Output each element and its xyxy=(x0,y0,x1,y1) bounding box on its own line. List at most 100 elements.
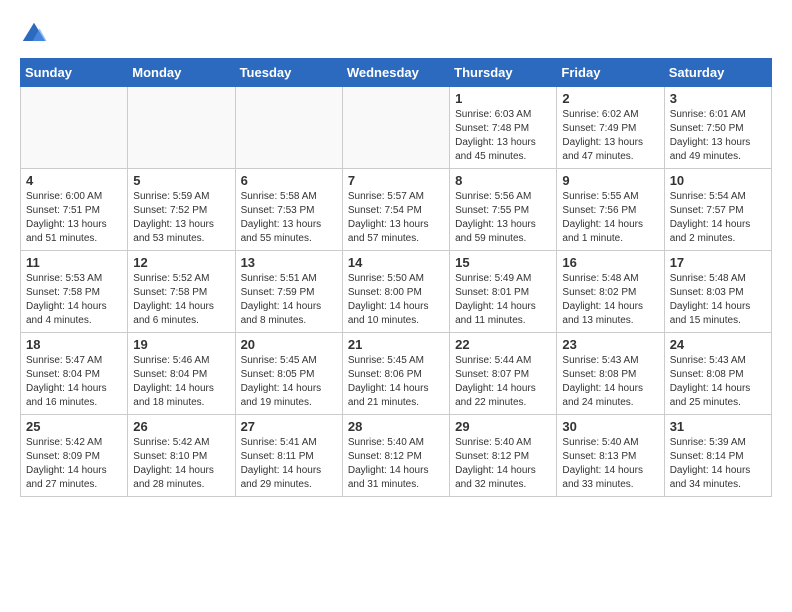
day-number: 18 xyxy=(26,337,122,352)
day-info: Sunrise: 5:59 AM Sunset: 7:52 PM Dayligh… xyxy=(133,190,229,246)
day-number: 29 xyxy=(455,419,551,434)
header-day-wednesday: Wednesday xyxy=(342,59,449,87)
day-info: Sunrise: 5:42 AM Sunset: 8:10 PM Dayligh… xyxy=(133,436,229,492)
day-number: 7 xyxy=(348,173,444,188)
day-cell: 18 Sunrise: 5:47 AM Sunset: 8:04 PM Dayli… xyxy=(21,333,128,415)
day-number: 20 xyxy=(241,337,337,352)
day-info: Sunrise: 5:48 AM Sunset: 8:02 PM Dayligh… xyxy=(562,272,658,328)
day-info: Sunrise: 5:54 AM Sunset: 7:57 PM Dayligh… xyxy=(670,190,766,246)
week-row-2: 4 Sunrise: 6:00 AM Sunset: 7:51 PM Daylig… xyxy=(21,169,772,251)
header-day-friday: Friday xyxy=(557,59,664,87)
day-number: 3 xyxy=(670,91,766,106)
day-info: Sunrise: 6:01 AM Sunset: 7:50 PM Dayligh… xyxy=(670,108,766,164)
day-info: Sunrise: 5:52 AM Sunset: 7:58 PM Dayligh… xyxy=(133,272,229,328)
day-info: Sunrise: 5:40 AM Sunset: 8:12 PM Dayligh… xyxy=(455,436,551,492)
day-cell: 27 Sunrise: 5:41 AM Sunset: 8:11 PM Dayli… xyxy=(235,415,342,497)
day-cell: 30 Sunrise: 5:40 AM Sunset: 8:13 PM Dayli… xyxy=(557,415,664,497)
day-number: 14 xyxy=(348,255,444,270)
day-cell: 15 Sunrise: 5:49 AM Sunset: 8:01 PM Dayli… xyxy=(450,251,557,333)
day-number: 17 xyxy=(670,255,766,270)
header-day-saturday: Saturday xyxy=(664,59,771,87)
day-info: Sunrise: 5:41 AM Sunset: 8:11 PM Dayligh… xyxy=(241,436,337,492)
week-row-4: 18 Sunrise: 5:47 AM Sunset: 8:04 PM Dayli… xyxy=(21,333,772,415)
day-info: Sunrise: 5:49 AM Sunset: 8:01 PM Dayligh… xyxy=(455,272,551,328)
day-number: 1 xyxy=(455,91,551,106)
day-number: 27 xyxy=(241,419,337,434)
day-cell: 5 Sunrise: 5:59 AM Sunset: 7:52 PM Daylig… xyxy=(128,169,235,251)
day-number: 19 xyxy=(133,337,229,352)
day-info: Sunrise: 5:42 AM Sunset: 8:09 PM Dayligh… xyxy=(26,436,122,492)
day-cell: 21 Sunrise: 5:45 AM Sunset: 8:06 PM Dayli… xyxy=(342,333,449,415)
day-number: 26 xyxy=(133,419,229,434)
day-cell: 11 Sunrise: 5:53 AM Sunset: 7:58 PM Dayli… xyxy=(21,251,128,333)
day-number: 5 xyxy=(133,173,229,188)
day-info: Sunrise: 5:57 AM Sunset: 7:54 PM Dayligh… xyxy=(348,190,444,246)
day-info: Sunrise: 5:43 AM Sunset: 8:08 PM Dayligh… xyxy=(562,354,658,410)
calendar-header: SundayMondayTuesdayWednesdayThursdayFrid… xyxy=(21,59,772,87)
day-number: 28 xyxy=(348,419,444,434)
day-info: Sunrise: 5:50 AM Sunset: 8:00 PM Dayligh… xyxy=(348,272,444,328)
day-info: Sunrise: 6:02 AM Sunset: 7:49 PM Dayligh… xyxy=(562,108,658,164)
day-cell: 19Sunrise: 5:46 AM Sunset: 8:04 PM Dayli… xyxy=(128,333,235,415)
header-day-monday: Monday xyxy=(128,59,235,87)
day-cell: 22 Sunrise: 5:44 AM Sunset: 8:07 PM Dayli… xyxy=(450,333,557,415)
day-cell: 6 Sunrise: 5:58 AM Sunset: 7:53 PM Daylig… xyxy=(235,169,342,251)
day-number: 11 xyxy=(26,255,122,270)
week-row-3: 11 Sunrise: 5:53 AM Sunset: 7:58 PM Dayli… xyxy=(21,251,772,333)
day-info: Sunrise: 5:44 AM Sunset: 8:07 PM Dayligh… xyxy=(455,354,551,410)
day-cell: 24Sunrise: 5:43 AM Sunset: 8:08 PM Dayli… xyxy=(664,333,771,415)
day-number: 4 xyxy=(26,173,122,188)
day-number: 25 xyxy=(26,419,122,434)
day-cell: 3 Sunrise: 6:01 AM Sunset: 7:50 PM Daylig… xyxy=(664,87,771,169)
day-info: Sunrise: 5:48 AM Sunset: 8:03 PM Dayligh… xyxy=(670,272,766,328)
day-cell: 9Sunrise: 5:55 AM Sunset: 7:56 PM Daylig… xyxy=(557,169,664,251)
week-row-1: 1Sunrise: 6:03 AM Sunset: 7:48 PM Daylig… xyxy=(21,87,772,169)
day-info: Sunrise: 5:58 AM Sunset: 7:53 PM Dayligh… xyxy=(241,190,337,246)
day-number: 24 xyxy=(670,337,766,352)
day-number: 12 xyxy=(133,255,229,270)
day-number: 2 xyxy=(562,91,658,106)
day-info: Sunrise: 5:53 AM Sunset: 7:58 PM Dayligh… xyxy=(26,272,122,328)
day-info: Sunrise: 5:40 AM Sunset: 8:13 PM Dayligh… xyxy=(562,436,658,492)
day-cell: 23 Sunrise: 5:43 AM Sunset: 8:08 PM Dayli… xyxy=(557,333,664,415)
day-info: Sunrise: 5:39 AM Sunset: 8:14 PM Dayligh… xyxy=(670,436,766,492)
logo-icon xyxy=(20,20,48,48)
day-cell: 13 Sunrise: 5:51 AM Sunset: 7:59 PM Dayli… xyxy=(235,251,342,333)
day-number: 22 xyxy=(455,337,551,352)
page-header xyxy=(20,20,772,48)
header-day-sunday: Sunday xyxy=(21,59,128,87)
day-info: Sunrise: 5:40 AM Sunset: 8:12 PM Dayligh… xyxy=(348,436,444,492)
day-cell xyxy=(235,87,342,169)
day-number: 23 xyxy=(562,337,658,352)
header-day-tuesday: Tuesday xyxy=(235,59,342,87)
day-number: 10 xyxy=(670,173,766,188)
week-row-5: 25 Sunrise: 5:42 AM Sunset: 8:09 PM Dayli… xyxy=(21,415,772,497)
day-cell: 17 Sunrise: 5:48 AM Sunset: 8:03 PM Dayli… xyxy=(664,251,771,333)
calendar-body: 1Sunrise: 6:03 AM Sunset: 7:48 PM Daylig… xyxy=(21,87,772,497)
day-info: Sunrise: 5:45 AM Sunset: 8:05 PM Dayligh… xyxy=(241,354,337,410)
day-cell: 25 Sunrise: 5:42 AM Sunset: 8:09 PM Dayli… xyxy=(21,415,128,497)
header-row: SundayMondayTuesdayWednesdayThursdayFrid… xyxy=(21,59,772,87)
day-info: Sunrise: 6:00 AM Sunset: 7:51 PM Dayligh… xyxy=(26,190,122,246)
day-cell: 8Sunrise: 5:56 AM Sunset: 7:55 PM Daylig… xyxy=(450,169,557,251)
day-number: 21 xyxy=(348,337,444,352)
logo xyxy=(20,20,52,48)
calendar-table: SundayMondayTuesdayWednesdayThursdayFrid… xyxy=(20,58,772,497)
day-number: 30 xyxy=(562,419,658,434)
day-cell: 12 Sunrise: 5:52 AM Sunset: 7:58 PM Dayli… xyxy=(128,251,235,333)
day-number: 6 xyxy=(241,173,337,188)
day-cell: 7 Sunrise: 5:57 AM Sunset: 7:54 PM Daylig… xyxy=(342,169,449,251)
day-cell: 20 Sunrise: 5:45 AM Sunset: 8:05 PM Dayli… xyxy=(235,333,342,415)
day-cell: 29 Sunrise: 5:40 AM Sunset: 8:12 PM Dayli… xyxy=(450,415,557,497)
day-number: 15 xyxy=(455,255,551,270)
header-day-thursday: Thursday xyxy=(450,59,557,87)
day-info: Sunrise: 5:47 AM Sunset: 8:04 PM Dayligh… xyxy=(26,354,122,410)
day-number: 13 xyxy=(241,255,337,270)
day-info: Sunrise: 5:45 AM Sunset: 8:06 PM Dayligh… xyxy=(348,354,444,410)
day-info: Sunrise: 5:51 AM Sunset: 7:59 PM Dayligh… xyxy=(241,272,337,328)
day-cell: 1Sunrise: 6:03 AM Sunset: 7:48 PM Daylig… xyxy=(450,87,557,169)
day-cell xyxy=(128,87,235,169)
day-cell: 10 Sunrise: 5:54 AM Sunset: 7:57 PM Dayli… xyxy=(664,169,771,251)
day-cell: 4 Sunrise: 6:00 AM Sunset: 7:51 PM Daylig… xyxy=(21,169,128,251)
day-info: Sunrise: 5:56 AM Sunset: 7:55 PM Dayligh… xyxy=(455,190,551,246)
